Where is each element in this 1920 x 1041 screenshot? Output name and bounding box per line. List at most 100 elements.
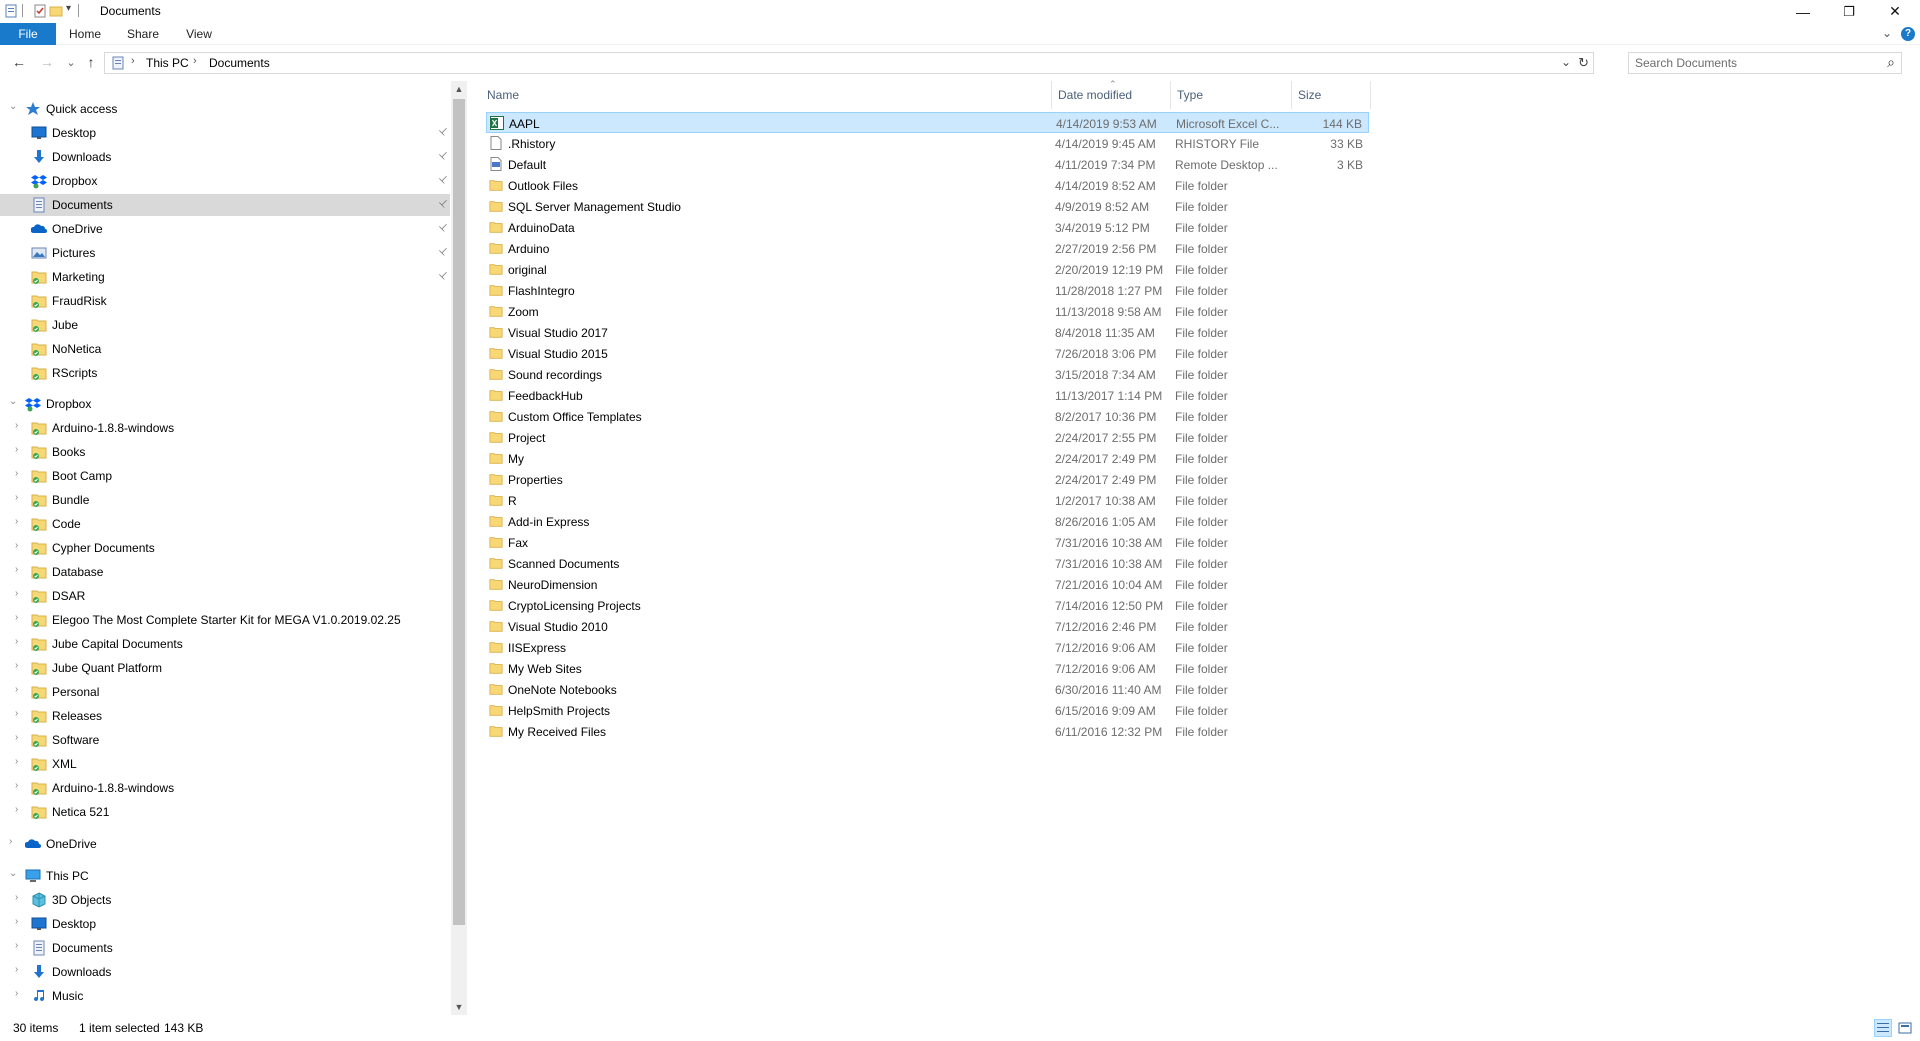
large-icons-view-button[interactable] [1896, 1019, 1914, 1037]
nav-dropbox-folder[interactable]: › Elegoo The Most Complete Starter Kit fo… [0, 609, 450, 631]
column-divider[interactable] [1370, 81, 1371, 109]
file-row[interactable]: My Web Sites 7/12/2016 9:06 AM File folder [486, 658, 1369, 679]
file-row[interactable]: CryptoLicensing Projects 7/14/2016 12:50 … [486, 595, 1369, 616]
refresh-icon[interactable]: ↻ [1578, 55, 1589, 71]
nav-dropbox-folder[interactable]: › Boot Camp [0, 465, 450, 487]
nav-item-marketing[interactable]: Marketing ⊥ [0, 266, 451, 288]
help-icon[interactable]: ? [1901, 27, 1915, 41]
expand-icon[interactable]: › [15, 636, 18, 647]
file-row[interactable]: Custom Office Templates 8/2/2017 10:36 PM… [486, 406, 1369, 427]
file-row[interactable]: Visual Studio 2010 7/12/2016 2:46 PM File … [486, 616, 1369, 637]
file-row[interactable]: Arduino 2/27/2019 2:56 PM File folder [486, 238, 1369, 259]
file-row[interactable]: HelpSmith Projects 6/15/2016 9:09 AM File … [486, 700, 1369, 721]
collapse-icon[interactable]: ⌄ [9, 396, 17, 407]
expand-icon[interactable]: › [15, 780, 18, 791]
breadcrumb-chevron-icon[interactable]: › [193, 55, 197, 67]
nav-this-pc-documents[interactable]: › Documents [0, 937, 450, 959]
checklist-icon[interactable] [33, 4, 47, 18]
nav-item-pictures[interactable]: Pictures ⊥ [0, 242, 451, 264]
search-input[interactable] [1635, 56, 1865, 70]
file-row[interactable]: AAPL 4/14/2019 9:53 AM Microsoft Excel C..… [486, 112, 1369, 133]
column-header-size[interactable]: Size [1292, 81, 1370, 109]
file-row[interactable]: Sound recordings 3/15/2018 7:34 AM File fo… [486, 364, 1369, 385]
expand-icon[interactable]: › [15, 444, 18, 455]
scroll-up-icon[interactable]: ▲ [451, 81, 467, 97]
nav-dropbox-folder[interactable]: › Code [0, 513, 450, 535]
forward-button[interactable]: → [38, 53, 56, 71]
up-button[interactable]: ↑ [82, 53, 100, 71]
file-row[interactable]: original 2/20/2019 12:19 PM File folder [486, 259, 1369, 280]
file-row[interactable]: FeedbackHub 11/13/2017 1:14 PM File folder [486, 385, 1369, 406]
nav-item-dropbox[interactable]: Dropbox ⊥ [0, 170, 451, 192]
address-dropdown-icon[interactable]: ⌄ [1561, 55, 1571, 69]
expand-icon[interactable]: › [15, 964, 18, 975]
tab-home[interactable]: Home [62, 23, 108, 45]
file-row[interactable]: .Rhistory 4/14/2019 9:45 AM RHISTORY File 3… [486, 133, 1369, 154]
nav-item-fraudrisk[interactable]: FraudRisk [0, 290, 450, 312]
tab-view[interactable]: View [176, 23, 222, 45]
nav-item-jube[interactable]: Jube [0, 314, 450, 336]
close-button[interactable]: ✕ [1872, 0, 1918, 23]
file-row[interactable]: Zoom 11/13/2018 9:58 AM File folder [486, 301, 1369, 322]
file-row[interactable]: Visual Studio 2015 7/26/2018 3:06 PM File … [486, 343, 1369, 364]
nav-dropbox-folder[interactable]: › Jube Capital Documents [0, 633, 450, 655]
file-row[interactable]: Properties 2/24/2017 2:49 PM File folder [486, 469, 1369, 490]
nav-dropbox-folder[interactable]: › Arduino-1.8.8-windows [0, 777, 450, 799]
breadcrumb-chevron-icon[interactable]: › [131, 55, 135, 67]
file-row[interactable]: Project 2/24/2017 2:55 PM File folder [486, 427, 1369, 448]
tab-file[interactable]: File [0, 23, 56, 45]
expand-icon[interactable]: › [15, 732, 18, 743]
restore-button[interactable]: ❐ [1826, 0, 1872, 23]
file-row[interactable]: Add-in Express 8/26/2016 1:05 AM File fold… [486, 511, 1369, 532]
column-header-date-modified[interactable]: Date modified [1052, 81, 1170, 109]
expand-icon[interactable]: › [15, 612, 18, 623]
nav-onedrive[interactable]: › OneDrive [0, 833, 450, 855]
nav-dropbox-folder[interactable]: › Database [0, 561, 450, 583]
nav-quick-access[interactable]: ⌄ Quick access [0, 98, 450, 120]
navigation-pane-scrollbar[interactable]: ▲ ▼ [451, 81, 467, 1015]
nav-this-pc-desktop[interactable]: › Desktop [0, 913, 450, 935]
file-row[interactable]: Default 4/11/2019 7:34 PM Remote Desktop .… [486, 154, 1369, 175]
file-row[interactable]: FlashIntegro 11/28/2018 1:27 PM File folde… [486, 280, 1369, 301]
new-folder-icon[interactable] [49, 4, 63, 18]
explorer-properties-icon[interactable] [4, 4, 18, 18]
nav-this-pc-3d-objects[interactable]: › 3D Objects [0, 889, 450, 911]
nav-dropbox-folder[interactable]: › DSAR [0, 585, 450, 607]
nav-item-rscripts[interactable]: RScripts [0, 362, 450, 384]
expand-icon[interactable]: › [9, 836, 12, 847]
nav-dropbox[interactable]: ⌄ Dropbox [0, 393, 450, 415]
expand-icon[interactable]: › [15, 540, 18, 551]
file-row[interactable]: SQL Server Management Studio 4/9/2019 8:5… [486, 196, 1369, 217]
file-row[interactable]: NeuroDimension 7/21/2016 10:04 AM File fol… [486, 574, 1369, 595]
breadcrumb-this-pc[interactable]: This PC [146, 56, 189, 70]
nav-dropbox-folder[interactable]: › Netica 521 [0, 801, 450, 823]
expand-icon[interactable]: › [15, 492, 18, 503]
expand-icon[interactable]: › [15, 916, 18, 927]
column-header-type[interactable]: Type [1171, 81, 1291, 109]
expand-icon[interactable]: › [15, 988, 18, 999]
nav-this-pc[interactable]: ⌄ This PC [0, 865, 450, 887]
nav-dropbox-folder[interactable]: › XML [0, 753, 450, 775]
column-header-name[interactable]: Name [481, 81, 1051, 109]
file-row[interactable]: IISExpress 7/12/2016 9:06 AM File folder [486, 637, 1369, 658]
expand-icon[interactable]: › [15, 468, 18, 479]
nav-dropbox-folder[interactable]: › Releases [0, 705, 450, 727]
search-icon[interactable]: ⌕ [1887, 54, 1895, 71]
expand-icon[interactable]: › [15, 708, 18, 719]
nav-dropbox-folder[interactable]: › Bundle [0, 489, 450, 511]
file-row[interactable]: R 1/2/2017 10:38 AM File folder [486, 490, 1369, 511]
nav-item-desktop[interactable]: Desktop ⊥ [0, 122, 451, 144]
ribbon-expand-icon[interactable]: ⌄ [1882, 26, 1892, 40]
expand-icon[interactable]: › [15, 420, 18, 431]
expand-icon[interactable]: › [15, 588, 18, 599]
nav-this-pc-downloads[interactable]: › Downloads [0, 961, 450, 983]
file-row[interactable]: ArduinoData 3/4/2019 5:12 PM File folder [486, 217, 1369, 238]
file-row[interactable]: My 2/24/2017 2:49 PM File folder [486, 448, 1369, 469]
collapse-icon[interactable]: ⌄ [9, 101, 17, 112]
expand-icon[interactable]: › [15, 892, 18, 903]
expand-icon[interactable]: › [15, 684, 18, 695]
minimize-button[interactable]: — [1780, 0, 1826, 23]
file-row[interactable]: Scanned Documents 7/31/2016 10:38 AM File … [486, 553, 1369, 574]
collapse-icon[interactable]: ⌄ [9, 868, 17, 879]
file-row[interactable]: Outlook Files 4/14/2019 8:52 AM File folde… [486, 175, 1369, 196]
